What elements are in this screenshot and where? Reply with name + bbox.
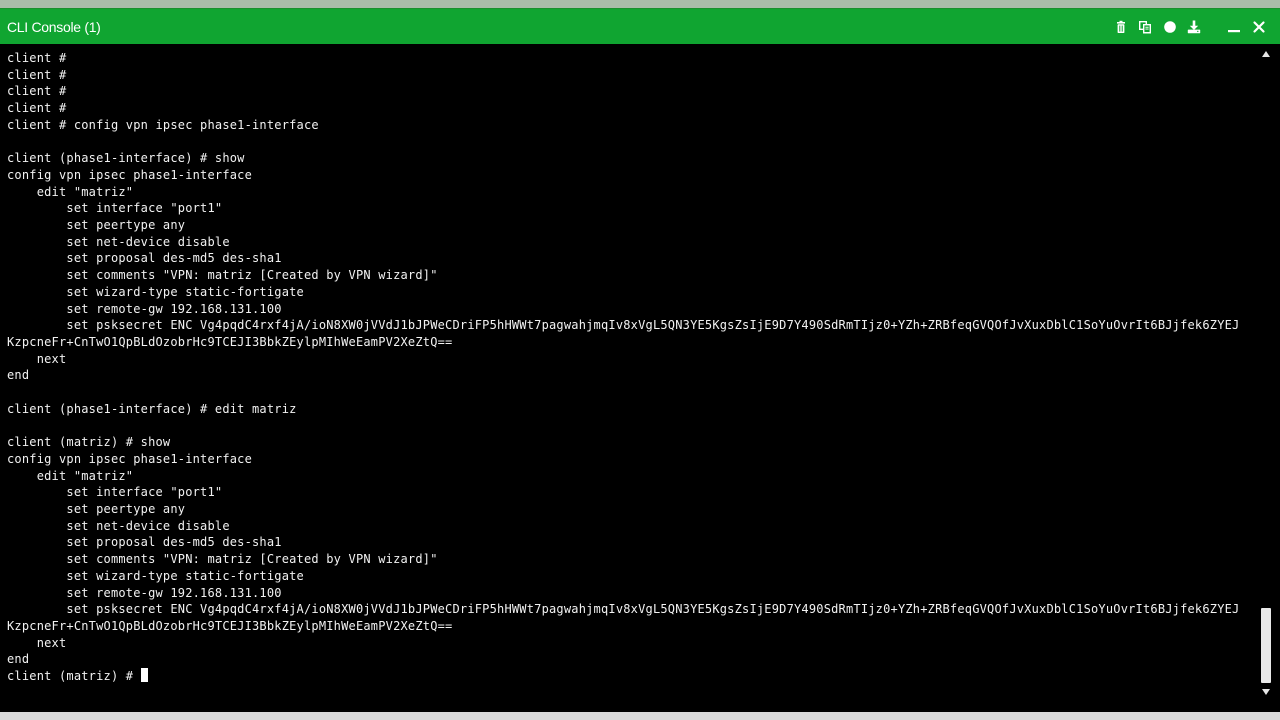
console-titlebar: CLI Console (1) (0, 8, 1280, 44)
scroll-up-arrow-icon[interactable] (1262, 51, 1270, 57)
scroll-down-arrow-icon[interactable] (1262, 689, 1270, 695)
scrollbar-thumb[interactable] (1261, 608, 1271, 683)
minimize-icon[interactable] (1227, 20, 1241, 34)
console-prompt: client (matriz) # (7, 669, 141, 684)
window-title: CLI Console (1) (7, 19, 101, 35)
console-output: client # client # client # client # clie… (7, 50, 1240, 685)
text-cursor (140, 668, 148, 683)
console-history: client # client # client # client # clie… (7, 51, 1240, 667)
window-top-border (0, 0, 1280, 8)
download-icon[interactable] (1187, 20, 1201, 34)
close-icon[interactable] (1252, 20, 1266, 34)
record-icon[interactable] (1163, 20, 1177, 34)
window-bottom-border (0, 712, 1280, 720)
copy-icon[interactable] (1138, 20, 1152, 34)
cli-console-output-area[interactable]: client # client # client # client # clie… (0, 44, 1258, 712)
trash-icon[interactable] (1114, 20, 1128, 34)
